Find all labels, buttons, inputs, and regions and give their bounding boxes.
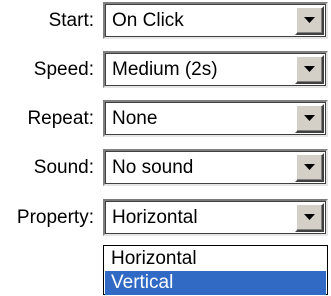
property-value: Horizontal <box>112 207 198 228</box>
sound-select[interactable]: No sound <box>103 149 328 186</box>
property-row: Property: Horizontal <box>0 199 331 236</box>
start-row: Start: On Click <box>0 2 331 39</box>
property-option-horizontal[interactable]: Horizontal <box>105 247 326 271</box>
property-label: Property: <box>16 207 94 228</box>
property-dropdown-button[interactable] <box>295 203 324 232</box>
sound-label: Sound: <box>33 157 94 178</box>
speed-row: Speed: Medium (2s) <box>0 51 331 88</box>
start-value: On Click <box>112 10 184 31</box>
start-select[interactable]: On Click <box>103 2 328 39</box>
repeat-select[interactable]: None <box>103 100 328 137</box>
chevron-down-icon <box>304 214 315 220</box>
property-dropdown-list: Horizontal Vertical <box>103 245 328 295</box>
chevron-down-icon <box>304 115 315 121</box>
speed-dropdown-button[interactable] <box>295 55 324 84</box>
speed-label: Speed: <box>33 59 94 80</box>
chevron-down-icon <box>304 164 315 170</box>
repeat-label: Repeat: <box>27 108 94 129</box>
chevron-down-icon <box>304 66 315 72</box>
repeat-dropdown-button[interactable] <box>295 104 324 133</box>
start-label: Start: <box>48 10 94 31</box>
custom-animation-settings-panel: Start: On Click Speed: Medium (2s) Repea… <box>0 0 331 296</box>
repeat-value: None <box>112 108 158 129</box>
sound-value: No sound <box>112 157 194 178</box>
sound-row: Sound: No sound <box>0 149 331 186</box>
start-dropdown-button[interactable] <box>295 6 324 35</box>
property-option-vertical[interactable]: Vertical <box>105 271 326 295</box>
chevron-down-icon <box>304 17 315 23</box>
sound-dropdown-button[interactable] <box>295 153 324 182</box>
speed-value: Medium (2s) <box>112 59 218 80</box>
property-select[interactable]: Horizontal <box>103 199 328 236</box>
speed-select[interactable]: Medium (2s) <box>103 51 328 88</box>
repeat-row: Repeat: None <box>0 100 331 137</box>
